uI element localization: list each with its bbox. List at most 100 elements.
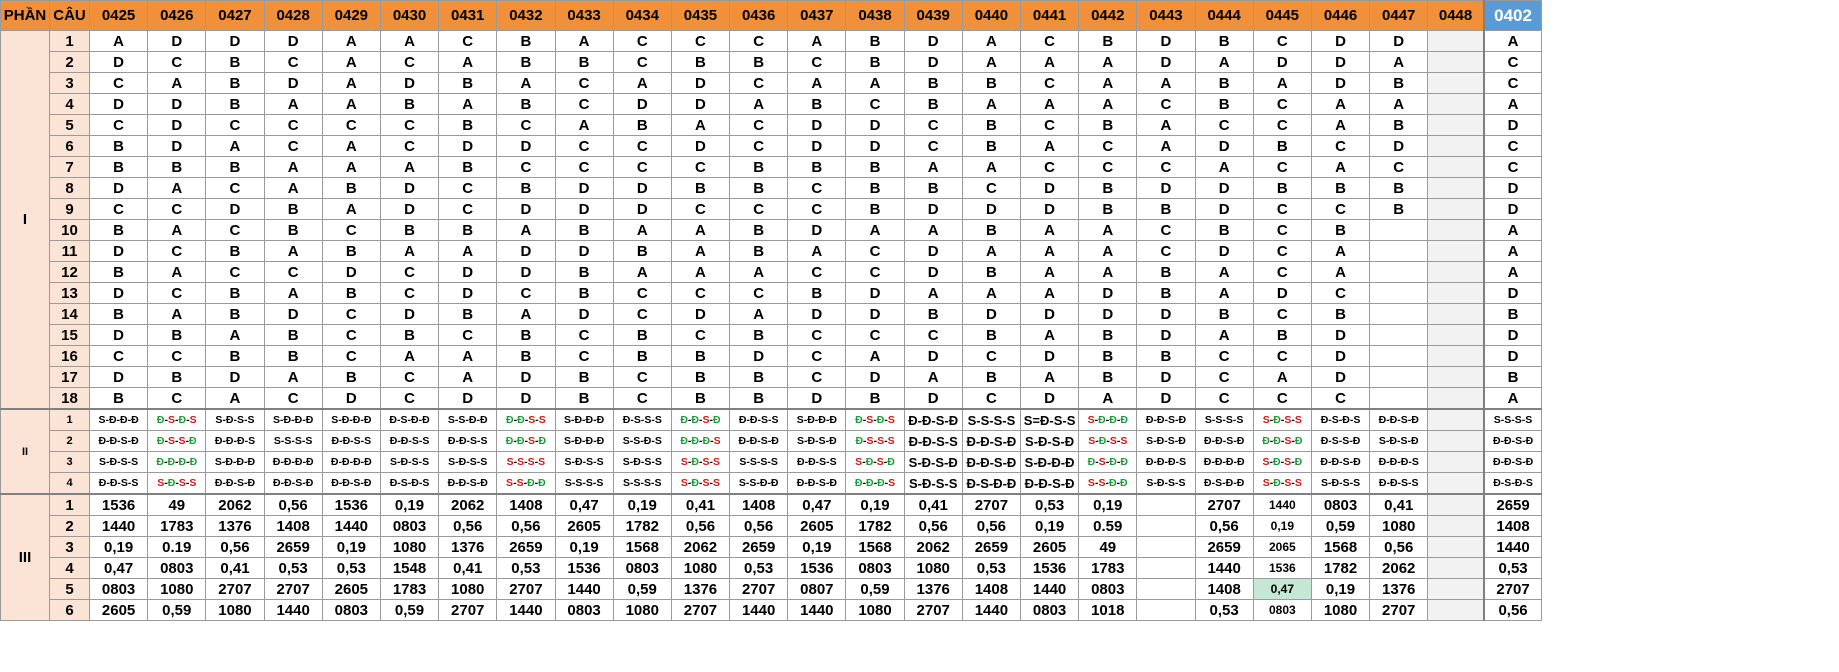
answer-cell[interactable]: Đ-Đ-S-S — [903, 430, 963, 452]
answer-cell[interactable]: D — [1310, 345, 1371, 367]
answer-cell[interactable]: D — [379, 198, 440, 220]
answer-cell[interactable]: Đ-Đ-S-Đ — [1019, 472, 1080, 495]
answer-cell[interactable]: Đ-Đ-S-S — [1369, 472, 1429, 495]
answer-cell[interactable]: D — [147, 114, 207, 136]
answer-cell[interactable]: A — [1310, 93, 1371, 115]
answer-cell[interactable]: A — [1482, 387, 1543, 410]
answer-cell[interactable]: C — [1078, 156, 1138, 178]
answer-cell[interactable]: C — [670, 282, 731, 304]
answer-cell[interactable]: B — [1252, 324, 1312, 346]
answer-cell[interactable]: C — [147, 345, 207, 367]
answer-cell[interactable]: D — [1136, 177, 1196, 199]
answer-cell[interactable]: 1408 — [729, 493, 789, 516]
answer-cell[interactable]: C — [321, 345, 381, 367]
answer-cell[interactable]: 0,56 — [205, 536, 265, 558]
answer-cell[interactable]: 1376 — [438, 536, 498, 558]
answer-cell[interactable]: Đ-S-S-Đ — [1310, 430, 1371, 452]
answer-cell[interactable]: D — [845, 114, 905, 136]
answer-cell[interactable]: S-S-S-S — [263, 430, 323, 452]
answer-cell[interactable]: B — [554, 366, 614, 388]
answer-cell[interactable]: 0,56 — [729, 515, 789, 537]
answer-cell[interactable]: Đ-Đ-Đ-S — [1369, 451, 1429, 473]
answer-cell[interactable]: D — [321, 261, 381, 283]
answer-cell[interactable]: B — [88, 135, 149, 157]
answer-cell[interactable]: 1408 — [263, 515, 323, 537]
answer-cell[interactable] — [1427, 599, 1485, 621]
answer-cell[interactable]: Đ-S-Đ-S — [379, 472, 440, 495]
answer-cell[interactable]: 2659 — [496, 536, 556, 558]
answer-cell[interactable] — [1427, 135, 1485, 157]
answer-cell[interactable]: Đ-Đ-S-S — [496, 408, 556, 431]
answer-cell[interactable]: B — [205, 345, 265, 367]
answer-cell[interactable]: C — [1482, 135, 1543, 157]
code-header-0443[interactable]: 0443 — [1136, 0, 1196, 31]
answer-cell[interactable]: S-Đ-S-S — [612, 451, 672, 473]
answer-cell[interactable]: B — [1310, 177, 1371, 199]
answer-cell[interactable]: 0,56 — [961, 515, 1022, 537]
answer-cell[interactable]: C — [1194, 114, 1254, 136]
answer-cell[interactable]: Đ-S-Đ-Đ — [1194, 472, 1254, 495]
answer-cell[interactable]: A — [321, 72, 381, 94]
answer-cell[interactable]: B — [205, 72, 265, 94]
answer-cell[interactable]: A — [1136, 114, 1196, 136]
answer-cell[interactable]: 0,56 — [1369, 536, 1429, 558]
code-header-0428[interactable]: 0428 — [263, 0, 323, 31]
answer-cell[interactable]: D — [263, 303, 323, 325]
answer-cell[interactable]: B — [1136, 261, 1196, 283]
answer-cell[interactable]: C — [263, 51, 323, 73]
answer-cell[interactable]: C — [147, 198, 207, 220]
answer-cell[interactable]: C — [1194, 345, 1254, 367]
answer-cell[interactable]: 1440 — [496, 599, 556, 621]
answer-cell[interactable]: S-Đ-S-S — [1078, 430, 1138, 452]
answer-cell[interactable]: C — [670, 324, 731, 346]
answer-cell[interactable]: C — [205, 219, 265, 241]
answer-cell[interactable]: A — [379, 30, 440, 52]
answer-cell[interactable]: S-Đ-S-S — [438, 451, 498, 473]
answer-cell[interactable]: D — [88, 51, 149, 73]
answer-cell[interactable]: 1440 — [1019, 578, 1080, 600]
answer-cell[interactable]: 0803 — [1252, 599, 1312, 621]
answer-cell[interactable]: S-Đ-S-S — [88, 451, 149, 473]
answer-cell[interactable]: 1376 — [903, 578, 963, 600]
answer-cell[interactable]: C — [1310, 198, 1371, 220]
answer-cell[interactable]: A — [1019, 261, 1080, 283]
answer-cell[interactable]: C — [729, 72, 789, 94]
answer-cell[interactable]: S-S-S-S — [961, 408, 1022, 431]
answer-cell[interactable]: S-Đ-S-S — [1252, 472, 1312, 495]
answer-cell[interactable]: C — [554, 156, 614, 178]
answer-cell[interactable]: 0,53 — [321, 557, 381, 579]
answer-cell[interactable]: D — [1194, 198, 1254, 220]
answer-cell[interactable]: B — [496, 324, 556, 346]
answer-cell[interactable]: S-Đ-Đ-Đ — [554, 430, 614, 452]
answer-cell[interactable]: C — [1194, 387, 1254, 410]
answer-cell[interactable]: D — [1310, 72, 1371, 94]
answer-cell[interactable]: D — [496, 261, 556, 283]
answer-cell[interactable] — [1369, 366, 1429, 388]
answer-cell[interactable]: A — [379, 345, 440, 367]
answer-cell[interactable]: Đ-S-Đ-S — [845, 408, 905, 431]
answer-cell[interactable]: B — [961, 135, 1022, 157]
answer-cell[interactable]: B — [845, 177, 905, 199]
answer-cell[interactable]: 0,41 — [903, 493, 963, 516]
answer-cell[interactable]: C — [612, 366, 672, 388]
answer-cell[interactable]: S-Đ-S-Đ — [1136, 430, 1196, 452]
answer-cell[interactable]: 0803 — [1310, 493, 1371, 516]
answer-cell[interactable]: C — [787, 261, 847, 283]
answer-cell[interactable]: Đ-Đ-S-Đ — [263, 472, 323, 495]
answer-cell[interactable]: S-S-S-S — [1482, 408, 1543, 431]
answer-cell[interactable]: 1440 — [1482, 536, 1543, 558]
answer-cell[interactable]: S-Đ-Đ-Đ — [554, 408, 614, 431]
answer-cell[interactable] — [1136, 515, 1196, 537]
answer-cell[interactable]: Đ-S-Đ-Đ — [1078, 451, 1138, 473]
answer-cell[interactable]: Đ-Đ-S-Đ — [1136, 408, 1196, 431]
answer-cell[interactable]: D — [1019, 345, 1080, 367]
answer-cell[interactable]: 0,53 — [1482, 557, 1543, 579]
answer-cell[interactable]: C — [670, 156, 731, 178]
answer-cell[interactable]: A — [321, 30, 381, 52]
answer-cell[interactable]: 0803 — [1078, 578, 1138, 600]
answer-cell[interactable]: D — [670, 93, 731, 115]
answer-cell[interactable]: A — [321, 51, 381, 73]
answer-cell[interactable]: Đ-Đ-Đ-S — [1136, 451, 1196, 473]
answer-cell[interactable]: B — [670, 366, 731, 388]
answer-cell[interactable]: B — [1078, 366, 1138, 388]
